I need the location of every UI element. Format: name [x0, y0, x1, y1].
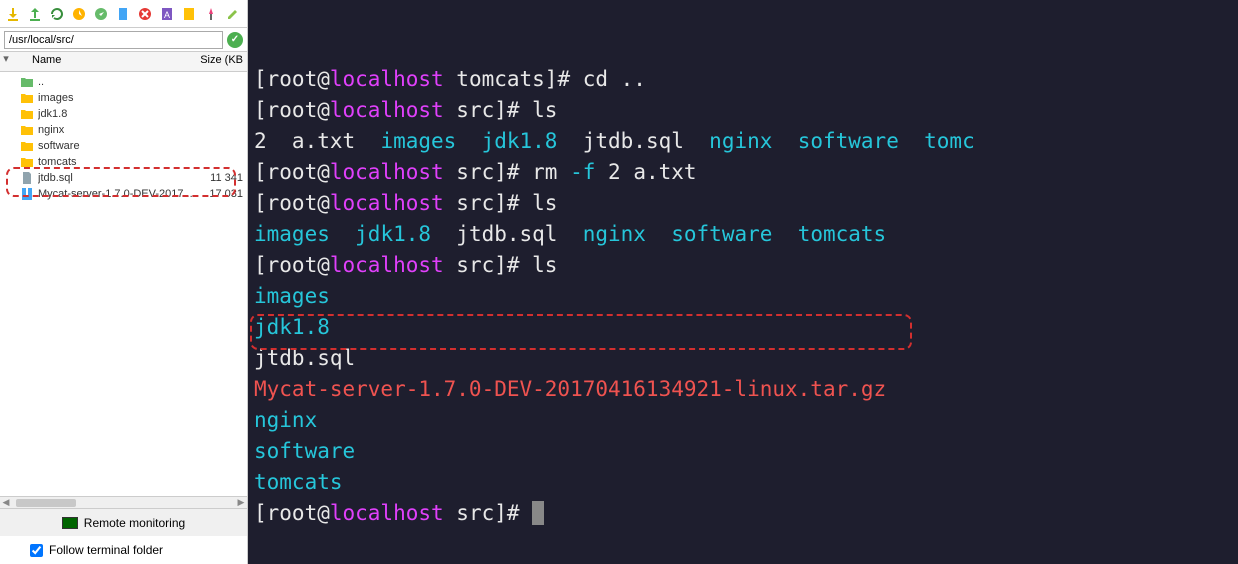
file-label: jdk1.8 [38, 108, 243, 120]
file-label: software [38, 140, 243, 152]
file-label: nginx [38, 124, 243, 136]
terminal-line: 2 a.txt images jdk1.8 jtdb.sql nginx sof… [254, 126, 1232, 157]
file-row-jdk18[interactable]: jdk1.8 [0, 106, 247, 122]
monitor-icon [62, 517, 78, 529]
path-confirm-icon[interactable]: ✓ [227, 32, 243, 48]
column-name[interactable]: Name [12, 52, 187, 71]
file-row-up[interactable]: .. [0, 74, 247, 90]
close-icon[interactable] [136, 5, 154, 23]
scroll-left-icon[interactable]: ◀ [0, 497, 12, 508]
folder-icon [20, 91, 34, 105]
toolbar: A [0, 0, 247, 28]
mark-icon[interactable] [180, 5, 198, 23]
terminal-line: nginx [254, 405, 1232, 436]
terminal-line: images [254, 281, 1232, 312]
terminal-line: [root@localhost src]# ls [254, 250, 1232, 281]
file-row-images[interactable]: images [0, 90, 247, 106]
terminal[interactable]: [root@localhost tomcats]# cd ..[root@loc… [248, 0, 1238, 564]
download-icon[interactable] [4, 5, 22, 23]
folder-icon [20, 155, 34, 169]
remote-label: Remote monitoring [84, 516, 185, 530]
column-size[interactable]: Size (KB [187, 52, 247, 71]
terminal-line: jdk1.8 [254, 312, 1232, 343]
terminal-line: tomcats [254, 467, 1232, 498]
expand-icon[interactable]: ▾ [0, 52, 12, 71]
terminal-line: jtdb.sql [254, 343, 1232, 374]
pin-icon[interactable] [202, 5, 220, 23]
scroll-right-icon[interactable]: ▶ [235, 497, 247, 508]
follow-terminal-toggle[interactable]: Follow terminal folder [0, 536, 247, 564]
newfile-icon[interactable] [114, 5, 132, 23]
file-label: Mycat-server-1.7.0-DEV-2017... [38, 188, 193, 200]
scroll-thumb[interactable] [16, 499, 76, 507]
file-row-tomcats[interactable]: tomcats [0, 154, 247, 170]
file-icon [20, 171, 34, 185]
file-list-header: ▾ Name Size (KB [0, 52, 247, 72]
file-row-nginx[interactable]: nginx [0, 122, 247, 138]
path-bar: ✓ [0, 28, 247, 52]
terminal-line: [root@localhost tomcats]# cd .. [254, 64, 1232, 95]
refresh-icon[interactable] [48, 5, 66, 23]
h-scrollbar[interactable]: ◀ ▶ [0, 496, 247, 508]
upload-icon[interactable] [26, 5, 44, 23]
file-row-software[interactable]: software [0, 138, 247, 154]
terminal-line: [root@localhost src]# [254, 498, 1232, 529]
terminal-line: Mycat-server-1.7.0-DEV-20170416134921-li… [254, 374, 1232, 405]
terminal-line: [root@localhost src]# rm -f 2 a.txt [254, 157, 1232, 188]
file-label: jtdb.sql [38, 172, 193, 184]
file-size: 11 341 [193, 172, 243, 184]
remote-monitoring-button[interactable]: Remote monitoring [0, 508, 247, 536]
up-icon [20, 75, 34, 89]
file-browser-sidebar: A ✓ ▾ Name Size (KB .. images jdk1.8 nginx s… [0, 0, 248, 564]
sync-icon[interactable] [92, 5, 110, 23]
folder-icon [20, 123, 34, 137]
file-size: 17 031 [193, 188, 243, 200]
file-label: images [38, 92, 243, 104]
terminal-line: [root@localhost src]# ls [254, 188, 1232, 219]
file-label: tomcats [38, 156, 243, 168]
folder-icon [20, 139, 34, 153]
file-label: .. [38, 76, 243, 88]
reconnect-icon[interactable] [70, 5, 88, 23]
follow-label: Follow terminal folder [49, 543, 163, 557]
cursor [532, 501, 544, 525]
file-tree: .. images jdk1.8 nginx software tomcats jtdb.s… [0, 72, 247, 496]
file-row-Mycatserver170DEV2017[interactable]: Mycat-server-1.7.0-DEV-2017...17 031 [0, 186, 247, 202]
archive-icon [20, 187, 34, 201]
file-row-jtdbsql[interactable]: jtdb.sql11 341 [0, 170, 247, 186]
follow-checkbox[interactable] [30, 544, 43, 557]
edit-icon[interactable] [224, 5, 242, 23]
terminal-line: [root@localhost src]# ls [254, 95, 1232, 126]
folder-icon [20, 107, 34, 121]
terminal-line: images jdk1.8 jtdb.sql nginx software to… [254, 219, 1232, 250]
script-icon[interactable]: A [158, 5, 176, 23]
svg-text:A: A [164, 10, 170, 20]
path-input[interactable] [4, 31, 223, 49]
terminal-line: software [254, 436, 1232, 467]
